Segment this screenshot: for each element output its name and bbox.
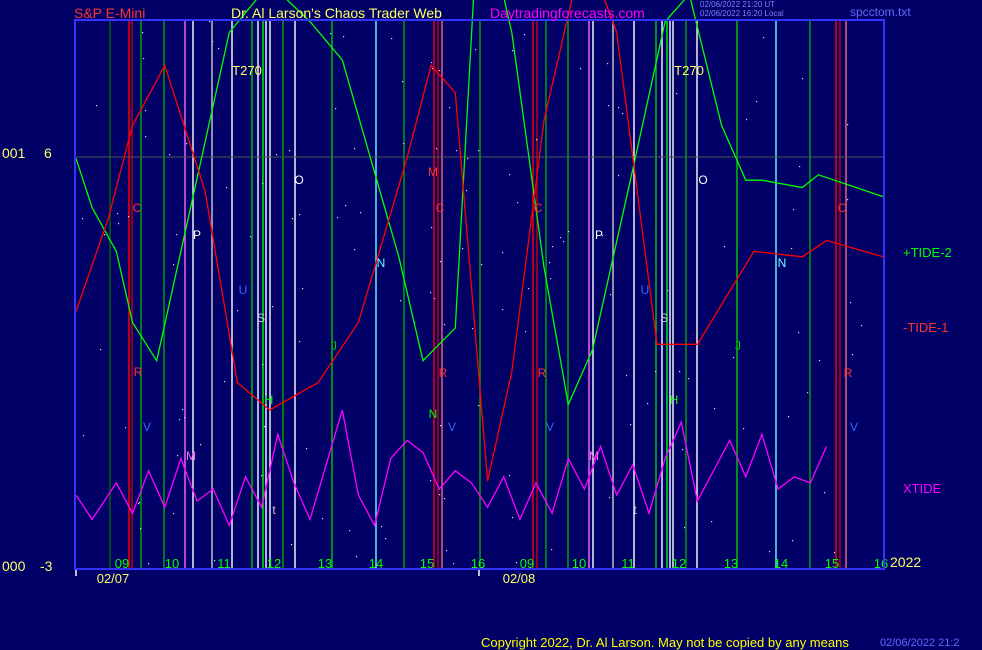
site-title: Dr. Al Larson's Chaos Trader Web bbox=[231, 5, 442, 21]
legend-xtide: XTIDE bbox=[903, 481, 942, 496]
planet-letter: P bbox=[193, 228, 201, 242]
planet-letter: R bbox=[538, 366, 547, 380]
planet-letter: C bbox=[838, 201, 847, 215]
timestamp-ut: 02/06/2022 21:20 UT bbox=[700, 0, 776, 9]
overflow-timestamp: 02/06/2022 21:2 bbox=[880, 637, 960, 649]
planet-letter: C bbox=[436, 201, 445, 215]
vertical-event-lines bbox=[109, 21, 847, 568]
tide-chart: CPOUSRVHMtJNMCRNVCPOUSRVHMtJNCRVT270 T270… bbox=[74, 0, 888, 586]
planet-letter: N bbox=[377, 256, 386, 270]
t270-annotation: T270 bbox=[674, 63, 704, 78]
x-axis-tick-labels: 09 10 11 12 13 14 15 16 09 10 11 12 13 14 15 1602/07 02/… bbox=[75, 556, 888, 586]
y-bottom-left-label: 000 bbox=[2, 558, 26, 574]
planet-letter: V bbox=[448, 420, 456, 434]
planet-letter: S bbox=[660, 311, 668, 325]
site-url-link[interactable]: Daytradingforecasts.com bbox=[490, 5, 645, 21]
planet-letter: N bbox=[778, 256, 787, 270]
planet-letter: U bbox=[239, 283, 248, 297]
planet-letter: V bbox=[546, 420, 554, 434]
planet-letter: J bbox=[331, 339, 337, 353]
planet-letter: R bbox=[439, 366, 448, 380]
date-tick-label: 02/08 bbox=[503, 571, 536, 586]
planet-letter: O bbox=[294, 173, 303, 187]
planet-letter: S bbox=[257, 311, 265, 325]
planet-letter: R bbox=[844, 366, 853, 380]
date-tick-label: 02/07 bbox=[97, 571, 130, 586]
copyright-notice: Copyright 2022, Dr. Al Larson. May not b… bbox=[481, 635, 849, 650]
planet-letter: R bbox=[134, 365, 143, 379]
planet-letter: U bbox=[641, 283, 650, 297]
file-name: spcctom.txt bbox=[850, 5, 911, 19]
planet-letter: O bbox=[698, 173, 707, 187]
year-label: 2022 bbox=[890, 554, 922, 570]
planet-letter: P bbox=[595, 228, 603, 242]
planet-letter: C bbox=[133, 201, 142, 215]
planet-letter: t bbox=[272, 503, 276, 517]
planet-letter: H bbox=[265, 393, 274, 407]
planet-letter: N bbox=[429, 407, 438, 421]
planet-letter: J bbox=[735, 339, 741, 353]
planet-letter: V bbox=[143, 420, 151, 434]
legend-tide1: -TIDE-1 bbox=[903, 320, 949, 335]
y-top-left-label: 001 bbox=[2, 145, 26, 161]
y-top-value-label: 6 bbox=[44, 145, 52, 161]
planet-letter: C bbox=[534, 201, 543, 215]
planet-letter: M bbox=[589, 449, 599, 463]
planet-letter: M bbox=[428, 165, 438, 179]
timestamp-local: 02/06/2022 16:20 Local bbox=[700, 9, 784, 18]
planet-letter: V bbox=[850, 420, 858, 434]
legend-tide2: +TIDE-2 bbox=[903, 245, 952, 260]
y-bottom-value-label: -3 bbox=[40, 558, 53, 574]
planet-letter: t bbox=[633, 503, 637, 517]
instrument-label: S&P E-Mini bbox=[74, 5, 146, 21]
planet-letter: M bbox=[186, 449, 196, 463]
planet-letter: H bbox=[670, 393, 679, 407]
t270-annotation: T270 bbox=[232, 63, 262, 78]
